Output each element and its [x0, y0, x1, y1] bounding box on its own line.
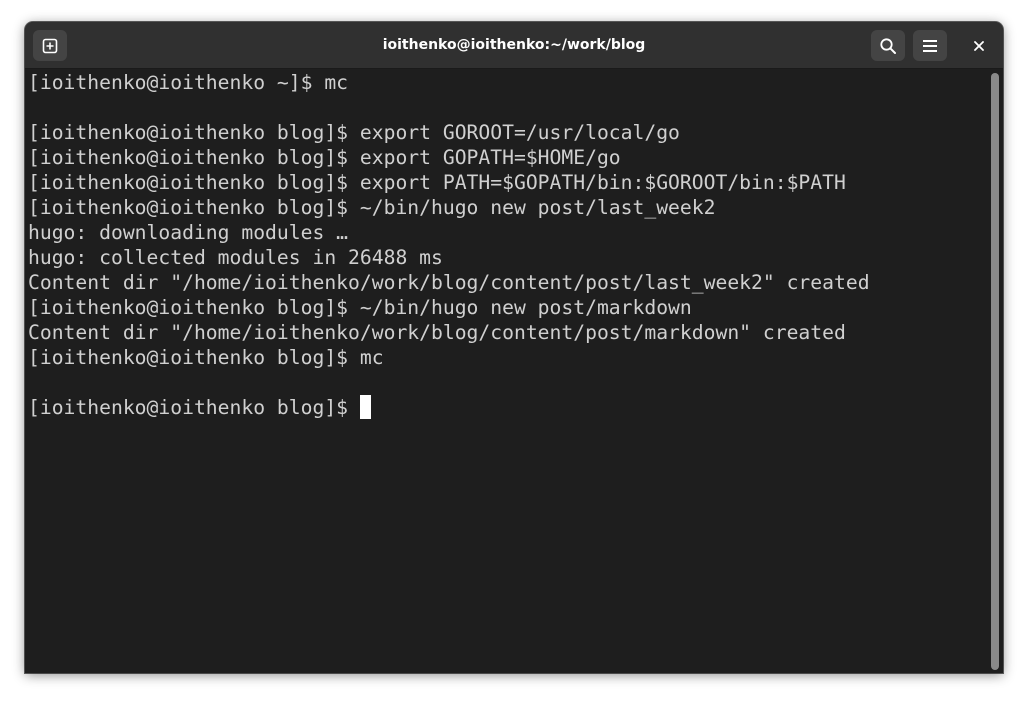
terminal-line: Content dir "/home/ioithenko/work/blog/c…: [28, 271, 870, 294]
terminal-screen[interactable]: [ioithenko@ioithenko ~]$ mc [ioithenko@i…: [28, 70, 983, 670]
search-button[interactable]: [871, 30, 905, 61]
headerbar: ioithenko@ioithenko:~/work/blog: [25, 22, 1003, 69]
terminal-line: Content dir "/home/ioithenko/work/blog/c…: [28, 321, 846, 344]
terminal-line: [ioithenko@ioithenko blog]$ ~/bin/hugo n…: [28, 296, 692, 319]
terminal-line: [ioithenko@ioithenko ~]$ mc: [28, 71, 349, 94]
terminal-prompt-line[interactable]: [ioithenko@ioithenko blog]$: [28, 395, 983, 420]
terminal-area[interactable]: [ioithenko@ioithenko ~]$ mc [ioithenko@i…: [25, 69, 1003, 673]
terminal-line: hugo: collected modules in 26488 ms: [28, 246, 443, 269]
terminal-line: [ioithenko@ioithenko blog]$ mc: [28, 346, 384, 369]
terminal-line: [ioithenko@ioithenko blog]$ ~/bin/hugo n…: [28, 196, 716, 219]
new-tab-button[interactable]: [33, 30, 67, 61]
terminal-window: ioithenko@ioithenko:~/work/blog [ioithen…: [25, 22, 1003, 673]
terminal-line: [ioithenko@ioithenko blog]$ export GOROO…: [28, 121, 680, 144]
window-title: ioithenko@ioithenko:~/work/blog: [382, 37, 646, 53]
new-tab-icon: [42, 38, 58, 53]
scrollbar[interactable]: [990, 73, 1000, 670]
search-icon: [880, 37, 896, 54]
main-menu-button[interactable]: [913, 30, 947, 61]
close-button[interactable]: [967, 34, 991, 58]
hamburger-menu-icon: [923, 39, 937, 52]
close-icon: [974, 41, 984, 51]
terminal-line: [ioithenko@ioithenko blog]$ export GOPAT…: [28, 146, 621, 169]
terminal-line: [ioithenko@ioithenko blog]$ export PATH=…: [28, 171, 846, 194]
terminal-prompt: [ioithenko@ioithenko blog]$: [28, 396, 360, 419]
scrollbar-thumb[interactable]: [991, 73, 999, 670]
terminal-line: hugo: downloading modules …: [28, 221, 349, 244]
text-cursor: [359, 395, 371, 419]
